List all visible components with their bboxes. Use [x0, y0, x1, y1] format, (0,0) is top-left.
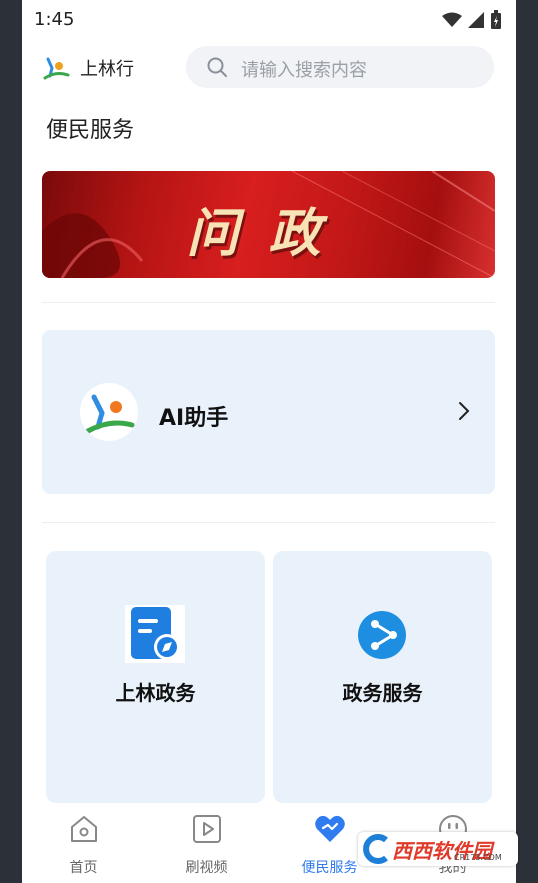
status-time: 1:45 — [34, 9, 75, 30]
page-title: 便民服务 — [46, 118, 135, 143]
share-play-icon — [358, 611, 406, 659]
ai-avatar — [80, 383, 138, 441]
chevron-right-icon — [459, 402, 470, 420]
tile-shanglin-zhengwu[interactable]: 上林政务 — [46, 551, 265, 803]
app-header: 上林行 请输入搜索内容 — [22, 40, 516, 96]
search-placeholder: 请输入搜索内容 — [241, 60, 367, 81]
signal-icon — [468, 12, 484, 28]
ai-assistant-label: AI助手 — [159, 406, 229, 431]
tab-label: 首页 — [69, 860, 98, 876]
ai-logo-icon — [85, 394, 135, 434]
divider — [42, 522, 495, 523]
wifi-icon — [442, 12, 462, 27]
divider — [42, 302, 495, 303]
watermark-c-icon — [363, 834, 388, 864]
search-input[interactable]: 请输入搜索内容 — [186, 46, 494, 88]
app-logo-icon — [43, 57, 70, 80]
status-bar: 1:45 — [22, 0, 516, 40]
app-title: 上林行 — [80, 59, 134, 80]
search-icon — [207, 57, 227, 77]
banner-text: 问政 — [186, 204, 351, 264]
video-icon — [193, 815, 221, 843]
ai-assistant-card[interactable]: AI助手 — [42, 330, 495, 494]
heart-icon — [315, 815, 345, 842]
tile-label: 政务服务 — [342, 681, 423, 705]
document-compass-icon — [125, 605, 185, 663]
watermark-sub: CR173.COM — [454, 853, 502, 862]
watermark-logo: 西西软件园 CR173.COM — [358, 832, 518, 866]
battery-icon — [491, 10, 501, 29]
tab-label: 刷视频 — [185, 860, 228, 876]
wenzheng-banner[interactable]: 问政 — [42, 171, 495, 278]
tile-zhengwu-fuwu[interactable]: 政务服务 — [273, 551, 492, 803]
home-icon — [71, 816, 97, 842]
tab-home[interactable]: 首页 — [22, 803, 145, 883]
tile-label: 上林政务 — [115, 681, 196, 705]
tab-video[interactable]: 刷视频 — [145, 803, 268, 883]
status-icons — [442, 10, 502, 30]
phone-screen: 1:45 上林行 请输入搜索内容 便民服务 问政 AI助手 上林政务 政务服务 … — [22, 0, 516, 883]
